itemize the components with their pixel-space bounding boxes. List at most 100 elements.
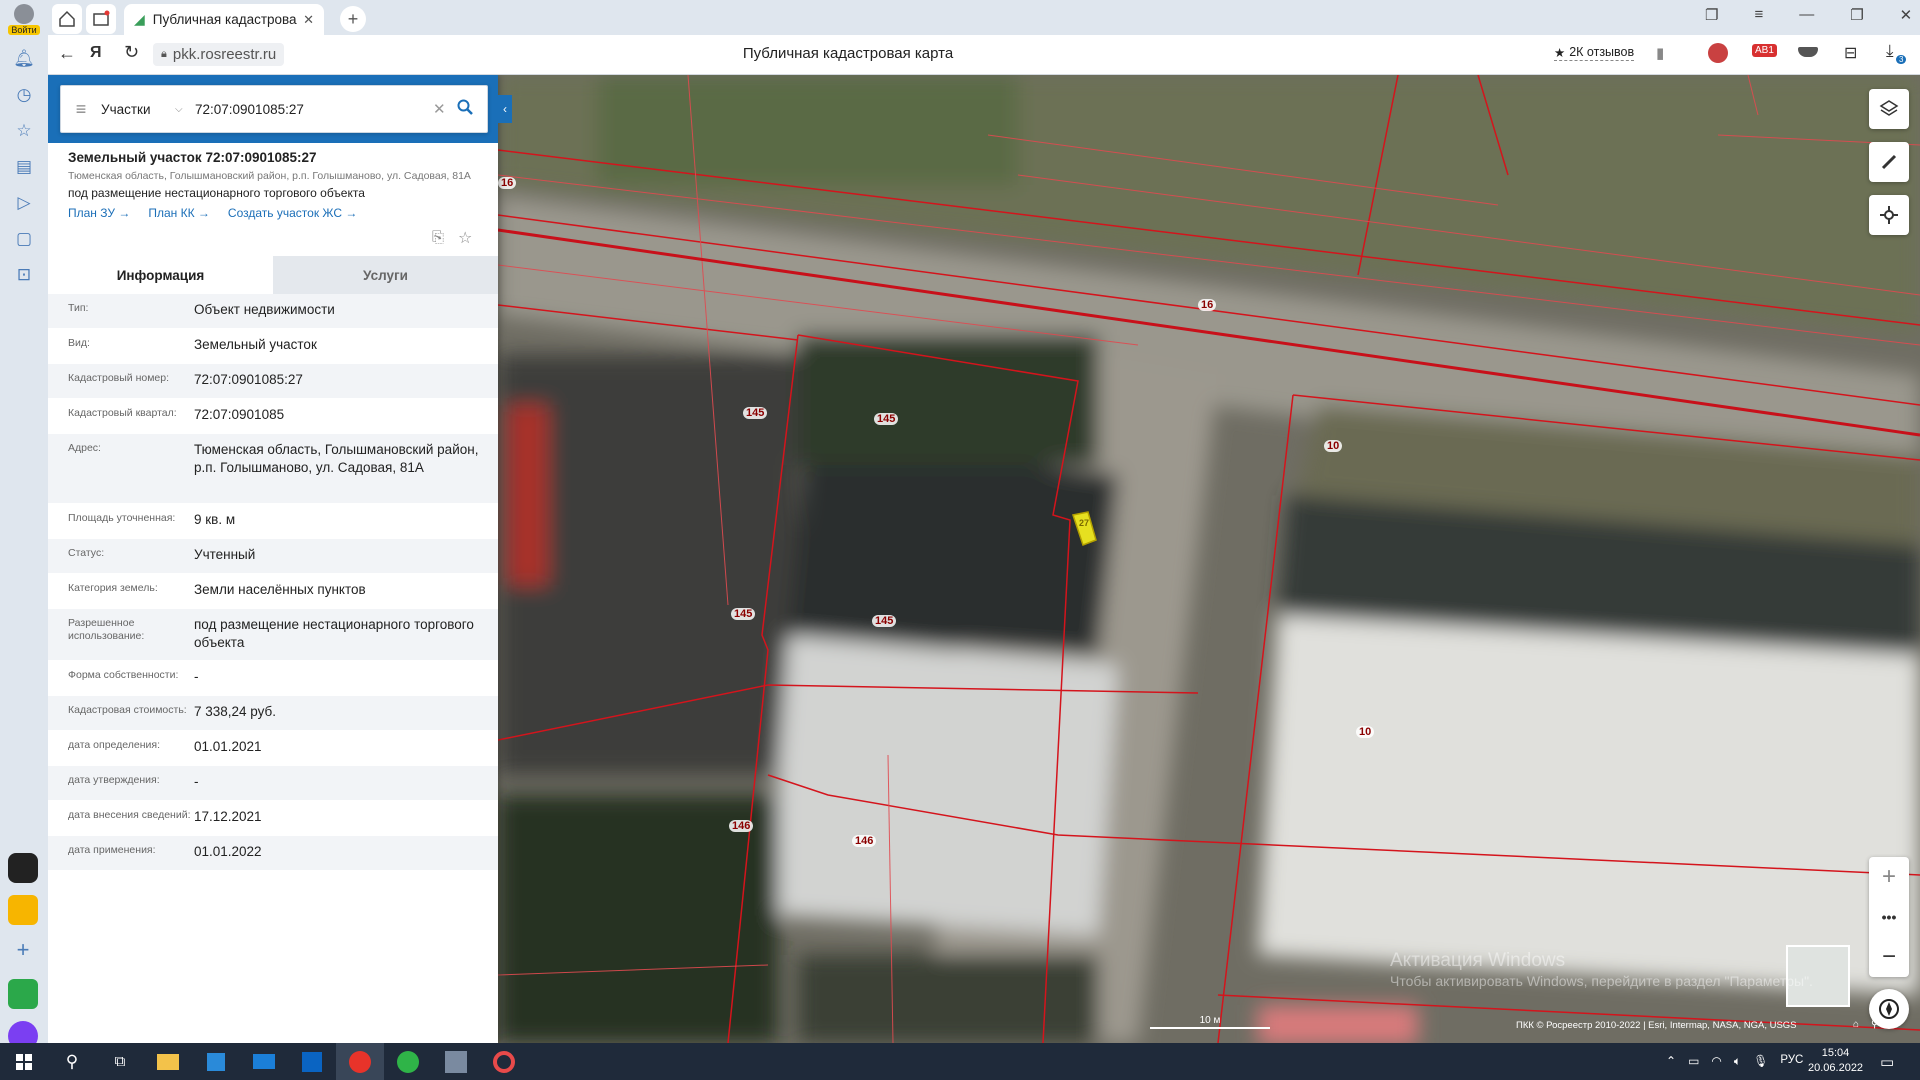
player-icon[interactable]: ▷ — [17, 193, 30, 213]
address-bar[interactable]: 🔒︎ pkk.rosreestr.ru — [153, 43, 285, 66]
outlook-app-icon[interactable] — [288, 1043, 336, 1080]
home-tab[interactable] — [52, 4, 82, 34]
bookmark-manager-icon[interactable]: ❐ — [1705, 6, 1718, 24]
store-app-icon[interactable] — [192, 1043, 240, 1080]
cadastral-number-link[interactable]: 72:07:0901085:27 — [194, 364, 498, 398]
cadastral-quarter-link[interactable]: 72:07:0901085 — [194, 399, 498, 433]
minimize-icon[interactable]: — — [1799, 6, 1814, 24]
layers-icon — [1879, 100, 1899, 116]
extension-icon[interactable] — [1708, 43, 1728, 63]
adblock-icon[interactable]: AB1 — [1752, 44, 1777, 57]
back-button[interactable]: ← — [58, 43, 76, 64]
restore-icon[interactable]: ❐ — [1850, 6, 1863, 24]
notifications-icon[interactable]: ▭ — [1880, 1053, 1894, 1071]
browser-app-icon[interactable] — [480, 1043, 528, 1080]
windows-watermark-text: Чтобы активировать Windows, перейдите в … — [1390, 973, 1813, 989]
active-tab[interactable]: ◢ Публичная кадастровая карта ✕ — [124, 4, 324, 35]
add-app-icon[interactable]: + — [8, 937, 38, 967]
cadastral-map[interactable]: 16 16 145 145 145 145 10 10 146 146 27 +… — [498, 75, 1920, 1043]
page-title: Публичная кадастровая карта — [742, 45, 954, 62]
collapse-panel-button[interactable]: ‹ — [498, 95, 512, 123]
reload-button[interactable]: ↻ — [124, 42, 139, 63]
zoom-out-button[interactable]: − — [1869, 937, 1909, 977]
search-taskbar-icon[interactable]: ⚲ — [48, 1043, 96, 1080]
tab-title: Публичная кадастровая карта — [152, 12, 298, 27]
share-icon[interactable]: ⚲ — [1871, 1019, 1878, 1030]
search-type-select[interactable]: Участки — [101, 102, 175, 117]
menu-icon[interactable]: ≡ — [1754, 6, 1763, 24]
notes-icon[interactable]: ▤ — [16, 157, 32, 177]
bookmark-icon[interactable]: ▮ — [1656, 44, 1664, 62]
tab-information[interactable]: Информация — [48, 256, 273, 294]
report-icon[interactable]: ⎘ — [432, 229, 444, 246]
home-icon — [59, 10, 75, 27]
info-row: Кадастровый квартал: 72:07:0901085 — [48, 399, 498, 434]
clock[interactable]: 15:04 20.06.2022 — [1808, 1046, 1863, 1076]
explorer-app-icon[interactable] — [144, 1043, 192, 1080]
volume-icon[interactable]: 🔈︎ — [1734, 1054, 1741, 1069]
close-tab-icon[interactable]: ✕ — [303, 12, 314, 28]
close-icon[interactable]: ✕ — [1900, 6, 1913, 24]
map-label: 145 — [743, 407, 768, 419]
tab-counter-icon[interactable]: ▢ — [16, 229, 32, 249]
menu-icon[interactable]: ≡ — [61, 99, 101, 120]
screenshot-tab[interactable] — [86, 4, 116, 34]
notifications-icon[interactable]: 🔔︎ — [13, 49, 35, 69]
wallet-icon[interactable]: ⊟ — [1844, 43, 1857, 63]
home-icon[interactable]: ⌂ — [1853, 1019, 1859, 1030]
map-label: 146 — [729, 820, 754, 832]
messenger-app-icon[interactable] — [384, 1043, 432, 1080]
mail-app-icon[interactable] — [8, 895, 38, 925]
yandex-browser-app-icon[interactable] — [336, 1043, 384, 1080]
window-controls: ❐ ≡ — ❐ ✕ — [1705, 6, 1912, 24]
fullscreen-icon[interactable]: ⛶ — [1890, 1019, 1897, 1030]
measure-button[interactable] — [1869, 142, 1909, 182]
mail-app-icon[interactable] — [240, 1043, 288, 1080]
info-row: Кадастровая стоимость: 7 338,24 руб. — [48, 696, 498, 731]
plan-zu-link[interactable]: План ЗУ → — [68, 206, 130, 220]
wifi-icon[interactable]: ◠ — [1711, 1054, 1721, 1069]
tab-services[interactable]: Услуги — [273, 256, 498, 294]
network-icon[interactable]: ▭ — [1688, 1054, 1699, 1069]
navigation-bar: ← Я ↻ 🔒︎ pkk.rosreestr.ru Публичная када… — [48, 35, 1920, 75]
reviews-button[interactable]: ★ 2К отзывов — [1554, 45, 1635, 61]
zoom-control: + ••• − — [1869, 857, 1909, 977]
photo-app-icon[interactable] — [432, 1043, 480, 1080]
new-tab-button[interactable]: + — [340, 6, 366, 32]
info-row: Разрешенное использование: под размещение… — [48, 609, 498, 661]
microphone-icon[interactable]: 🎙︎ — [1753, 1054, 1768, 1069]
zoom-in-button[interactable]: + — [1869, 857, 1909, 897]
system-tray: ⌃ ▭ ◠ 🔈︎ 🎙︎ РУС — [1666, 1054, 1803, 1069]
clear-icon[interactable]: ✕ — [433, 100, 457, 118]
bookmarks-icon[interactable]: ☆ — [16, 121, 31, 141]
tray-chevron-icon[interactable]: ⌃ — [1666, 1054, 1676, 1069]
messenger-app-icon[interactable] — [8, 979, 38, 1009]
search-input[interactable]: 72:07:0901085:27 — [195, 102, 433, 117]
alice-app-icon[interactable] — [8, 853, 38, 883]
info-panel: ≡ Участки ⌵ 72:07:0901085:27 ✕ ‹ Земельн… — [48, 75, 512, 1043]
task-view-icon[interactable]: ⧉ — [96, 1043, 144, 1080]
star-icon[interactable]: ☆ — [458, 228, 472, 248]
search-button[interactable] — [457, 99, 487, 120]
history-icon[interactable]: ◷ — [17, 85, 32, 105]
search-icon — [457, 99, 473, 115]
protect-icon[interactable] — [1798, 47, 1818, 57]
map-label: 10 — [1324, 440, 1343, 452]
create-parcel-link[interactable]: Создать участок ЖС → — [228, 206, 357, 220]
more-button[interactable]: ••• — [1869, 897, 1909, 937]
start-button[interactable] — [0, 1043, 48, 1080]
screenshot-icon[interactable]: ⊡ — [17, 265, 31, 285]
search-box: ≡ Участки ⌵ 72:07:0901085:27 ✕ — [60, 85, 488, 133]
yandex-button[interactable]: Я — [90, 44, 102, 62]
chevron-down-icon[interactable]: ⌵ — [175, 104, 195, 115]
downloads-badge: 3 — [1896, 55, 1907, 64]
downloads-icon[interactable]: ⤓ — [1886, 41, 1894, 61]
layers-button[interactable] — [1869, 89, 1909, 129]
language-indicator[interactable]: РУС — [1780, 1054, 1803, 1069]
map-footer-icons: ⌂ ⚲ ⛶ — [1853, 1019, 1897, 1030]
profile-button[interactable]: Войти — [6, 4, 42, 36]
browser-sidebar: 🔔︎ ◷ ☆ ▤ ▷ ▢ ⊡ + — [0, 35, 48, 1051]
panel-tabs: Информация Услуги — [48, 256, 498, 294]
locate-button[interactable] — [1869, 195, 1909, 235]
plan-kk-link[interactable]: План КК → — [148, 206, 210, 220]
